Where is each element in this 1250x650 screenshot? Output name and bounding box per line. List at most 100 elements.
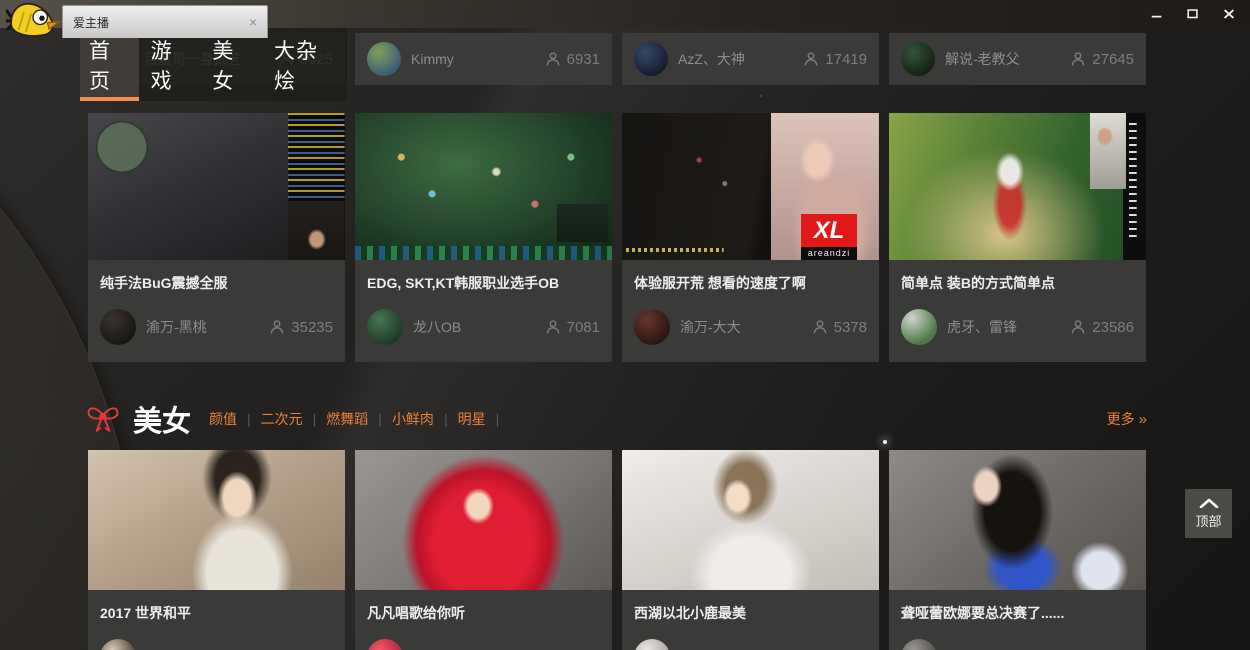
stream-card[interactable]: 西湖以北小鹿最美 xyxy=(622,450,879,650)
main-nav: 首页 游戏 美女 大杂烩 xyxy=(80,28,347,101)
filter-yanzhi[interactable]: 颜值 xyxy=(209,409,237,429)
stream-card[interactable]: XL areandzi 体验服开荒 想看的速度了啊 渝万-大大 5378 xyxy=(622,113,879,362)
viewer-number: 35235 xyxy=(291,319,333,336)
viewer-count: 35235 xyxy=(269,319,333,336)
streamer-name: 渝万-黑桃 xyxy=(146,317,207,337)
viewer-number: 23586 xyxy=(1092,319,1134,336)
stream-thumbnail: XL areandzi xyxy=(622,113,879,260)
person-icon xyxy=(1070,319,1086,335)
tab-close-icon[interactable]: × xyxy=(249,15,257,29)
back-to-top-label: 顶部 xyxy=(1195,511,1221,530)
viewer-count: 6931 xyxy=(545,51,600,68)
person-icon xyxy=(803,51,819,67)
filter-separator: | xyxy=(496,411,500,427)
xl-watermark-subtext: areandzi xyxy=(801,247,857,260)
avatar xyxy=(634,639,670,650)
viewer-number: 5378 xyxy=(834,319,867,336)
stream-card[interactable]: AzZ、大神 17419 xyxy=(622,33,879,85)
viewer-number: 7081 xyxy=(567,319,600,336)
stream-title: 凡凡唱歌给你听 xyxy=(367,590,600,623)
bow-ribbon-icon xyxy=(85,401,121,437)
viewer-count: 27645 xyxy=(1070,51,1134,68)
minimize-button[interactable] xyxy=(1144,4,1170,24)
xl-watermark: XL areandzi xyxy=(801,214,857,260)
xl-watermark-text: XL xyxy=(801,214,857,247)
person-icon xyxy=(1070,51,1086,67)
stream-card[interactable]: 解说-老教父 27645 xyxy=(889,33,1146,85)
filter-separator: | xyxy=(378,411,382,427)
streamer-name: 龙八OB xyxy=(413,317,461,337)
stream-title: 聋哑蕾欧娜要总决赛了...... xyxy=(901,590,1134,623)
filter-separator: | xyxy=(444,411,448,427)
back-to-top-button[interactable]: 顶部 xyxy=(1185,489,1232,538)
section-title: 美女 xyxy=(133,398,191,440)
stream-thumbnail xyxy=(622,450,879,590)
person-icon xyxy=(269,319,285,335)
app-window: 巨蟹哥一身武艺 6025 Kimmy 6931 AzZ、大神 17419 xyxy=(0,0,1250,650)
viewer-number: 27645 xyxy=(1092,51,1134,68)
viewer-number: 17419 xyxy=(825,51,867,68)
filter-separator: | xyxy=(313,411,317,427)
stream-card[interactable]: 凡凡唱歌给你听 xyxy=(355,450,612,650)
person-icon xyxy=(545,51,561,67)
maximize-button[interactable] xyxy=(1180,4,1206,24)
person-icon xyxy=(545,319,561,335)
nav-tab-beauty[interactable]: 美女 xyxy=(203,28,262,101)
app-tab-title: 爱主播 xyxy=(73,14,109,31)
stream-card[interactable]: 简单点 装B的方式简单点 虎牙、雷锋 23586 xyxy=(889,113,1146,362)
stream-thumbnail xyxy=(88,113,345,260)
app-tab[interactable]: 爱主播 × xyxy=(62,5,268,38)
avatar xyxy=(634,309,670,345)
nav-tab-misc[interactable]: 大杂烩 xyxy=(265,28,344,101)
close-button[interactable] xyxy=(1216,4,1242,24)
filter-links: 颜值 | 二次元 | 燃舞蹈 | 小鲜肉 | 明星 | xyxy=(209,409,509,429)
avatar xyxy=(100,639,136,650)
more-link[interactable]: 更多 » xyxy=(1107,409,1147,429)
stream-card[interactable]: Kimmy 6931 xyxy=(355,33,612,85)
minimize-icon xyxy=(1150,7,1164,21)
avatar xyxy=(367,639,403,650)
more-arrow-icon: » xyxy=(1139,411,1147,428)
filter-mingxing[interactable]: 明星 xyxy=(458,409,486,429)
beauty-section-header: 美女 颜值 | 二次元 | 燃舞蹈 | 小鲜肉 | 明星 | 更多 » xyxy=(85,397,1147,441)
filter-randance[interactable]: 燃舞蹈 xyxy=(326,409,368,429)
streamer-name: 解说-老教父 xyxy=(945,49,1020,69)
streamer-name: 虎牙、雷锋 xyxy=(947,317,1017,337)
streamer-name: 渝万-大大 xyxy=(680,317,741,337)
stream-card[interactable]: EDG, SKT,KT韩服职业选手OB 龙八OB 7081 xyxy=(355,113,612,362)
streamer-name: Kimmy xyxy=(411,51,454,67)
stream-card[interactable]: 纯手法BuG震撼全服 渝万-黑桃 35235 xyxy=(88,113,345,362)
stream-thumbnail xyxy=(355,450,612,590)
avatar xyxy=(367,42,401,76)
viewer-count: 17419 xyxy=(803,51,867,68)
nav-tab-games[interactable]: 游戏 xyxy=(142,28,201,101)
stream-thumbnail xyxy=(355,113,612,260)
avatar xyxy=(901,639,937,650)
filter-erciyuan[interactable]: 二次元 xyxy=(261,409,303,429)
viewer-count: 7081 xyxy=(545,319,600,336)
stream-title: 2017 世界和平 xyxy=(100,590,333,623)
stream-thumbnail xyxy=(88,450,345,590)
filter-separator: | xyxy=(247,411,251,427)
maximize-icon xyxy=(1186,7,1200,21)
stream-card[interactable]: 2017 世界和平 xyxy=(88,450,345,650)
filter-xiaoxianrou[interactable]: 小鲜肉 xyxy=(392,409,434,429)
window-controls xyxy=(1144,0,1242,28)
avatar xyxy=(100,309,136,345)
nav-tab-home[interactable]: 首页 xyxy=(80,28,139,101)
stream-card[interactable]: 聋哑蕾欧娜要总决赛了...... xyxy=(889,450,1146,650)
stream-title: 简单点 装B的方式简单点 xyxy=(901,260,1134,293)
more-label: 更多 xyxy=(1107,409,1135,429)
avatar xyxy=(634,42,668,76)
stream-title: 体验服开荒 想看的速度了啊 xyxy=(634,260,867,293)
stream-title: 西湖以北小鹿最美 xyxy=(634,590,867,623)
close-icon xyxy=(1222,7,1236,21)
avatar xyxy=(367,309,403,345)
avatar xyxy=(901,309,937,345)
viewer-count: 5378 xyxy=(812,319,867,336)
viewer-number: 6931 xyxy=(567,51,600,68)
chevron-up-icon xyxy=(1199,498,1219,508)
stream-thumbnail xyxy=(889,450,1146,590)
stream-title: EDG, SKT,KT韩服职业选手OB xyxy=(367,260,600,293)
app-logo-bird-icon xyxy=(6,0,60,42)
